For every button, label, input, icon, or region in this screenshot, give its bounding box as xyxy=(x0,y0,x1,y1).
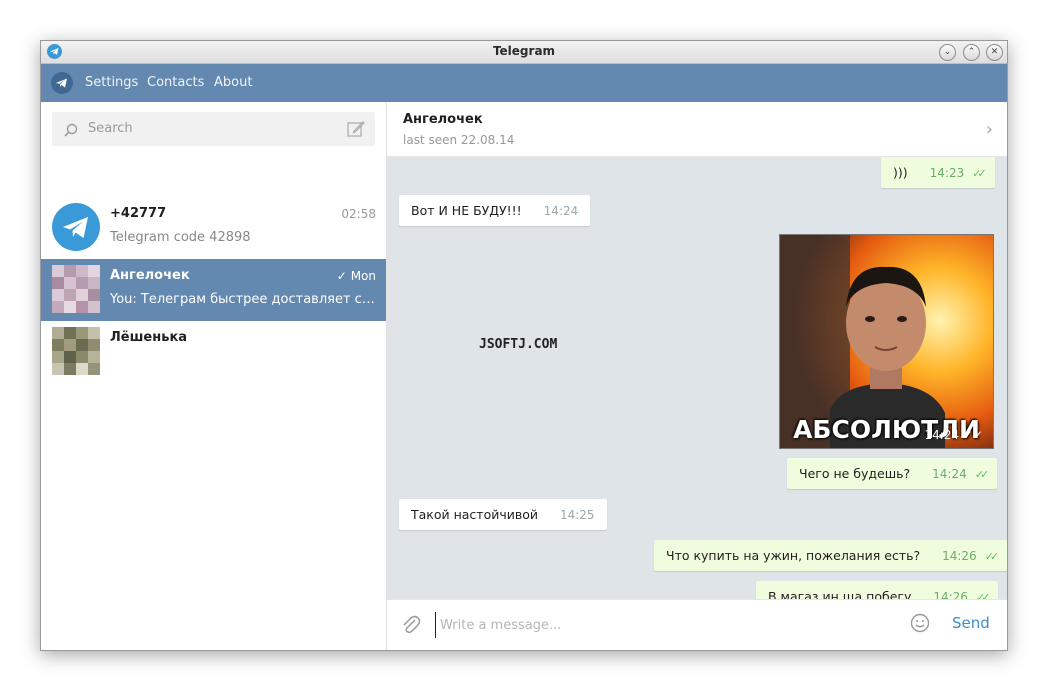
search-input[interactable]: Search xyxy=(88,121,133,136)
compose-icon[interactable] xyxy=(347,120,365,142)
window-title: Telegram xyxy=(492,44,556,58)
message-bubble-in[interactable]: Такой настойчивой 14:25 xyxy=(399,499,607,530)
close-icon[interactable]: ✕ xyxy=(986,44,1003,61)
menu-settings[interactable]: Settings xyxy=(85,75,138,90)
watermark: JSOFTJ.COM xyxy=(479,337,558,352)
avatar xyxy=(52,203,100,251)
message-time: 14:23 xyxy=(929,166,965,180)
minimize-icon[interactable]: ⌄ xyxy=(939,44,956,61)
message-bubble-out[interactable]: Что купить на ужин, пожелания есть? 14:2… xyxy=(654,540,1007,571)
read-check-icon: ✓ xyxy=(336,269,347,283)
send-button[interactable]: Send xyxy=(952,614,990,632)
double-check-icon: ✓✓ xyxy=(975,591,991,599)
search-icon xyxy=(64,122,78,141)
double-check-icon: ✓✓ xyxy=(984,550,1000,563)
avatar xyxy=(52,265,100,313)
double-check-icon: ✓✓ xyxy=(974,468,990,481)
double-check-icon: ✓✓ xyxy=(962,428,983,442)
message-bubble-in[interactable]: Вот И НЕ БУДУ!!! 14:24 xyxy=(399,195,591,226)
message-composer: Send xyxy=(387,599,1007,650)
title-bar: Telegram ⌄ ⌃ ✕ xyxy=(41,41,1007,64)
chat-time: ✓ Mon xyxy=(336,269,376,283)
photo-message[interactable]: АБСОЛЮТЛИ 14:24 ✓✓ xyxy=(779,234,994,449)
avatar xyxy=(52,327,100,375)
chat-list-item[interactable]: +42777 02:58 Telegram code 42898 xyxy=(41,197,386,259)
menu-about[interactable]: About xyxy=(214,75,252,90)
peer-name: Ангелочек xyxy=(403,112,483,127)
chat-name: +42777 xyxy=(110,206,167,221)
emoji-icon[interactable] xyxy=(910,613,930,637)
message-time: 14:24 xyxy=(543,204,579,218)
message-input[interactable] xyxy=(435,612,902,638)
message-time: 14:24 ✓✓ xyxy=(924,428,983,442)
message-bubble-out[interactable]: ))) 14:23 ✓✓ xyxy=(881,157,995,188)
search-box[interactable]: Search xyxy=(52,112,375,146)
chat-header[interactable]: Ангелочек last seen 22.08.14 › xyxy=(387,102,1007,157)
maximize-icon[interactable]: ⌃ xyxy=(963,44,980,61)
chat-list-item[interactable]: Лёшенька xyxy=(41,321,386,383)
message-history[interactable]: ))) 14:23 ✓✓ Вот И НЕ БУДУ!!! 14:24 JSOF… xyxy=(387,157,1007,599)
chat-name: Ангелочек xyxy=(110,268,190,283)
chat-name: Лёшенька xyxy=(110,330,188,345)
message-time: 14:26 xyxy=(933,590,968,599)
double-check-icon: ✓✓ xyxy=(972,167,987,180)
message-bubble-out[interactable]: Чего не будешь? 14:24 ✓✓ xyxy=(787,458,998,489)
message-time: 14:25 xyxy=(559,508,595,522)
message-time: 14:26 xyxy=(942,549,977,563)
chat-preview: You: Телеграм быстрее доставляет сообщен… xyxy=(110,292,376,307)
conversation-pane: Ангелочек last seen 22.08.14 › ))) 14:23… xyxy=(387,102,1007,650)
menu-contacts[interactable]: Contacts xyxy=(147,75,204,90)
app-window: Telegram ⌄ ⌃ ✕ Settings Contacts About S… xyxy=(40,40,1008,651)
chat-time: 02:58 xyxy=(341,207,376,221)
menu-bar: Settings Contacts About xyxy=(41,64,1007,102)
chat-list-sidebar: Search +42777 02:58 Telegram code 42898 xyxy=(41,102,387,650)
chat-list-item-active[interactable]: Ангелочек ✓ Mon You: Телеграм быстрее до… xyxy=(41,259,386,321)
peer-status: last seen 22.08.14 xyxy=(403,133,515,147)
paperclip-icon[interactable] xyxy=(401,614,421,640)
telegram-logo-icon[interactable] xyxy=(51,72,73,94)
chat-preview: Telegram code 42898 xyxy=(110,230,251,245)
message-time: 14:24 xyxy=(932,467,967,481)
message-bubble-out[interactable]: В магаз ин ща побегу 14:26 ✓✓ xyxy=(756,581,999,599)
chevron-right-icon[interactable]: › xyxy=(986,119,993,140)
